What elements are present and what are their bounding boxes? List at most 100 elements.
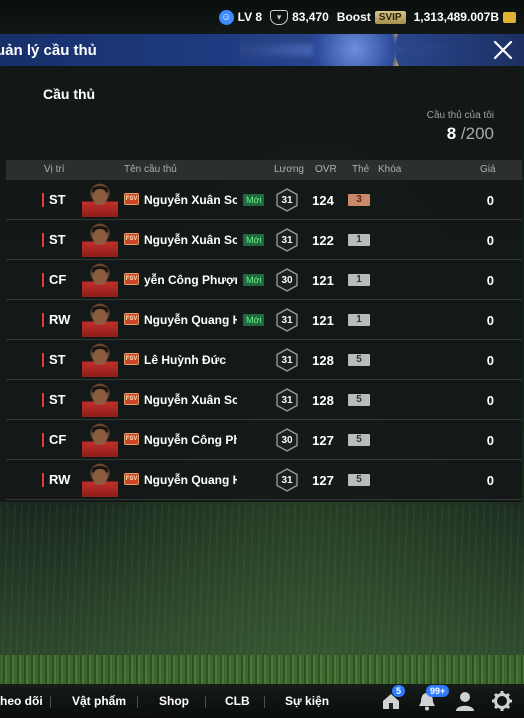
page-header: uản lý cầu thủ xyxy=(0,34,524,66)
header-banner-art xyxy=(240,34,460,66)
profile-button[interactable] xyxy=(454,690,476,712)
header-grade[interactable]: Thẻ xyxy=(352,164,369,175)
player-position: CF xyxy=(42,433,66,447)
player-price: 0 xyxy=(486,313,494,328)
table-row[interactable]: ST FSV Lê Huỳnh Đức 31 128 5 0 xyxy=(6,340,522,380)
player-position: RW xyxy=(42,313,70,327)
boost-display[interactable]: Boost SVIP xyxy=(337,10,406,24)
table-row[interactable]: CF FSV yễn Công Phượng Mới 30 121 1 0 xyxy=(6,260,522,300)
nav-separator xyxy=(50,696,51,708)
table-row[interactable]: ST FSV Nguyễn Xuân Son Mới 31 124 3 0 xyxy=(6,180,522,220)
table-row[interactable]: ST FSV Nguyễn Xuân Son 31 128 5 0 xyxy=(6,380,522,420)
player-position: CF xyxy=(42,273,66,287)
nav-follow[interactable]: heo dõi xyxy=(0,694,43,708)
player-grade: 3 xyxy=(348,194,370,206)
player-salary: 31 xyxy=(276,388,298,412)
player-position: ST xyxy=(42,233,66,247)
settings-button[interactable] xyxy=(491,690,513,712)
new-badge: Mới xyxy=(243,314,265,326)
player-salary: 31 xyxy=(276,308,298,332)
nav-items[interactable]: Vật phẩm xyxy=(72,694,126,708)
panel-title: Cầu thủ xyxy=(43,86,96,102)
player-name: yễn Công Phượng xyxy=(144,273,237,287)
close-button[interactable] xyxy=(490,37,516,63)
player-avatar xyxy=(82,423,118,457)
header-lock[interactable]: Khóa xyxy=(378,164,401,175)
player-name: Nguyễn Xuân Son xyxy=(144,193,237,207)
my-players-current: 8 xyxy=(446,124,457,143)
player-grade: 1 xyxy=(348,314,370,326)
table-row[interactable]: CF FSV Nguyễn Công Phượng 30 127 5 0 xyxy=(6,420,522,460)
header-ovr[interactable]: OVR xyxy=(315,164,337,175)
player-grade: 1 xyxy=(348,234,370,246)
gold-amount: 1,313,489.007B xyxy=(413,10,499,24)
player-grade: 5 xyxy=(348,394,370,406)
player-avatar xyxy=(82,263,118,297)
nav-separator xyxy=(205,696,206,708)
player-position: ST xyxy=(42,393,66,407)
home-button[interactable]: 5 xyxy=(380,685,406,712)
player-ovr: 121 xyxy=(312,313,334,328)
player-name: Nguyễn Quang Hải xyxy=(144,473,237,487)
header-name[interactable]: Tên cầu thủ xyxy=(124,164,177,175)
player-ovr: 128 xyxy=(312,393,334,408)
player-avatar xyxy=(82,183,118,217)
gold-display: 1,313,489.007B xyxy=(414,10,516,24)
gold-icon xyxy=(503,11,516,23)
coin-amount: 83,470 xyxy=(292,10,329,24)
players-panel: Cầu thủ Cầu thủ của tôi 8 /200 Vị trí Tê… xyxy=(0,66,522,502)
player-ovr: 124 xyxy=(312,193,334,208)
close-icon xyxy=(493,40,513,60)
new-badge: Mới xyxy=(243,234,265,246)
nav-club[interactable]: CLB xyxy=(225,694,250,708)
season-badge: FSV xyxy=(124,353,139,365)
player-name: Lê Huỳnh Đức xyxy=(144,353,227,367)
player-price: 0 xyxy=(486,433,494,448)
nav-separator xyxy=(264,696,265,708)
player-position: RW xyxy=(42,473,70,487)
level-display: ☺ LV 8 xyxy=(218,9,263,25)
players-list: ST FSV Nguyễn Xuân Son Mới 31 124 3 0 ST FSV Nguyễ… xyxy=(6,180,522,500)
table-row[interactable]: RW FSV Nguyễn Quang Hả Mới 31 121 1 0 xyxy=(6,300,522,340)
coin-icon: ▾ xyxy=(270,9,289,25)
coin-display: ▾ 83,470 xyxy=(270,9,329,25)
header-position[interactable]: Vị trí xyxy=(44,164,65,175)
home-badge: 5 xyxy=(392,685,406,697)
player-price: 0 xyxy=(486,393,494,408)
player-salary: 30 xyxy=(276,428,298,452)
season-badge: FSV xyxy=(124,273,139,285)
player-grade: 5 xyxy=(348,474,370,486)
player-grade: 5 xyxy=(348,434,370,446)
player-salary: 31 xyxy=(276,348,298,372)
player-ovr: 127 xyxy=(312,433,334,448)
player-salary: 31 xyxy=(276,228,298,252)
player-grade: 1 xyxy=(348,274,370,286)
gear-icon xyxy=(492,691,512,711)
player-avatar xyxy=(82,463,118,497)
header-price[interactable]: Giá xyxy=(480,164,496,175)
new-badge: Mới xyxy=(243,194,265,206)
top-status-bar: ☺ LV 8 ▾ 83,470 Boost SVIP 1,313,489.007… xyxy=(0,0,524,34)
my-players-max: /200 xyxy=(460,124,494,143)
player-avatar xyxy=(82,383,118,417)
header-salary[interactable]: Lương xyxy=(274,164,304,175)
player-name: Nguyễn Xuân Son xyxy=(144,233,237,247)
player-price: 0 xyxy=(486,473,494,488)
player-grade: 5 xyxy=(348,354,370,366)
player-ovr: 122 xyxy=(312,233,334,248)
player-salary: 31 xyxy=(276,468,298,492)
notifications-button[interactable]: 99+ xyxy=(416,685,450,712)
player-ovr: 121 xyxy=(312,273,334,288)
bottom-navigation: heo dõi Vật phẩm Shop CLB Sự kiện 5 99+ xyxy=(0,684,524,718)
nav-shop[interactable]: Shop xyxy=(159,694,189,708)
nav-events[interactable]: Sự kiện xyxy=(285,694,329,708)
level-text: LV 8 xyxy=(237,10,263,24)
player-price: 0 xyxy=(486,233,494,248)
nav-separator xyxy=(137,696,138,708)
table-row[interactable]: ST FSV Nguyễn Xuân Son Mới 31 122 1 0 xyxy=(6,220,522,260)
table-row[interactable]: RW FSV Nguyễn Quang Hải 31 127 5 0 xyxy=(6,460,522,500)
player-name: Nguyễn Quang Hả xyxy=(144,313,237,327)
level-icon: ☺ xyxy=(218,9,234,25)
page-title: uản lý cầu thủ xyxy=(0,41,97,59)
player-avatar xyxy=(82,343,118,377)
